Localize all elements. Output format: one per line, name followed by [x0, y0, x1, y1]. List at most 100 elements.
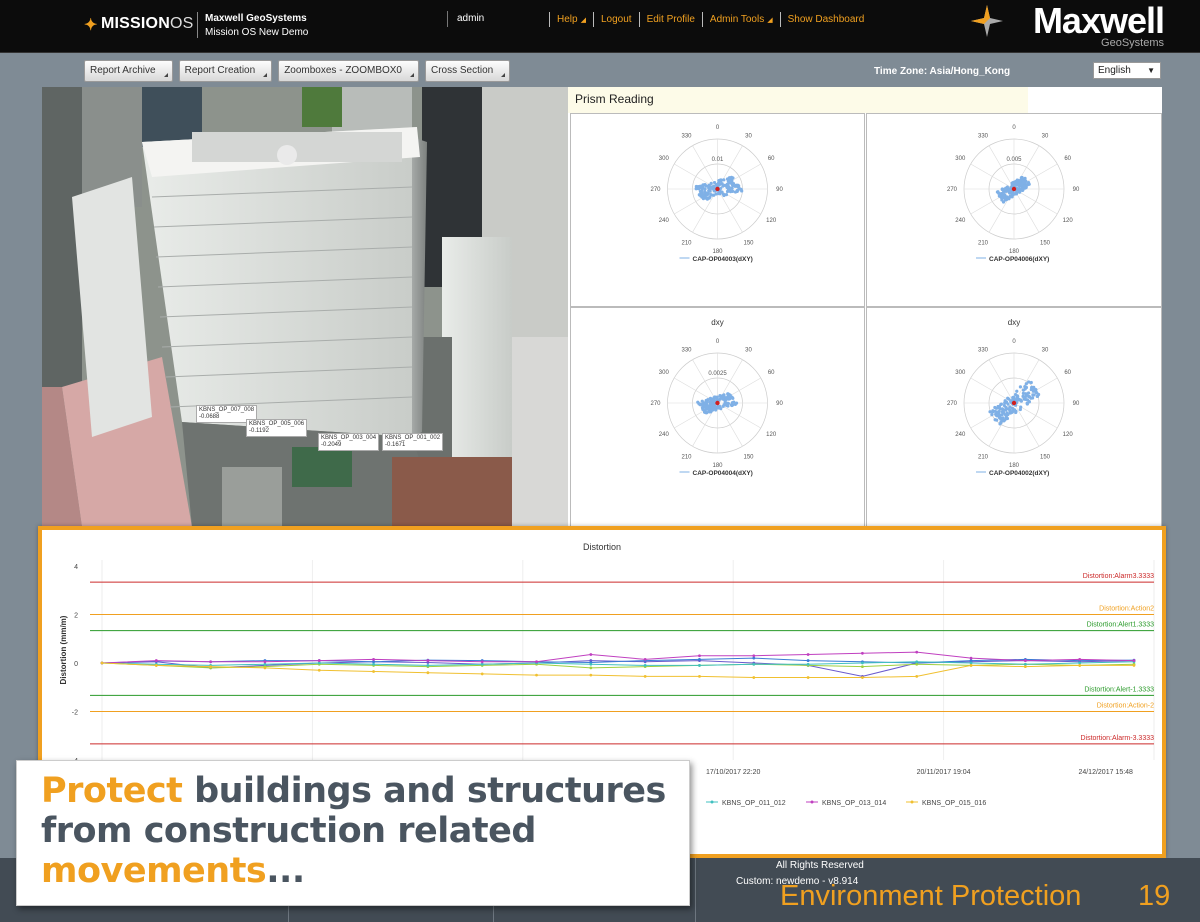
polar-point	[725, 396, 729, 400]
series-point	[1132, 664, 1136, 667]
report-creation-button[interactable]: Report Creation	[178, 60, 273, 82]
polar-point	[718, 393, 722, 398]
polar-angle-label: 0	[1012, 125, 1016, 131]
legend-marker	[810, 800, 814, 804]
series-point	[861, 661, 864, 665]
y-tick-label: 0	[74, 661, 78, 668]
nav-edit-profile[interactable]: Edit Profile	[647, 14, 695, 25]
series-point	[806, 659, 810, 662]
top-nav-menu: Help ◢ Logout Edit Profile Admin Tools ◢ S…	[542, 12, 864, 27]
series-point	[1078, 661, 1082, 665]
cross-section-button[interactable]: Cross Section	[425, 60, 511, 82]
polar-angle-label: 210	[978, 241, 989, 247]
polar-plot[interactable]: 0 30 60 90 120 150 180 210 240 270 300 330 0.01 CAP-O…	[570, 113, 865, 307]
project-name: Mission OS New Demo	[205, 27, 309, 38]
polar-point	[729, 186, 734, 190]
polar-point	[1010, 191, 1014, 195]
polar-angle-label: 270	[650, 401, 661, 407]
polar-point	[1000, 187, 1004, 192]
series-point	[698, 674, 701, 678]
callout-text: ...	[266, 851, 305, 891]
divider	[197, 12, 198, 38]
polar-angle-label: 0	[716, 339, 720, 345]
chevron-down-icon[interactable]: ◢	[767, 16, 772, 24]
callout-text: buildings and structures	[182, 771, 666, 811]
missionos-logo[interactable]: MISSIONOS	[101, 15, 194, 33]
polar-angle-label: 330	[978, 133, 989, 139]
polar-point	[709, 181, 713, 185]
nav-help[interactable]: Help	[557, 14, 578, 25]
report-archive-button[interactable]: Report Archive	[84, 60, 173, 82]
polar-point	[733, 402, 737, 407]
series-point	[209, 665, 213, 669]
polar-angle-label: 240	[659, 432, 670, 438]
polar-angle-label: 150	[743, 455, 754, 461]
series-point	[698, 664, 701, 667]
series-point	[317, 668, 321, 672]
series-point	[372, 657, 375, 661]
series-point	[915, 650, 919, 654]
polar-latest-point	[715, 186, 720, 192]
polar-point	[1019, 399, 1023, 403]
polar-point	[740, 189, 744, 193]
point-value: -0.1192	[249, 428, 269, 434]
missionos-logo-icon: ✦	[84, 17, 98, 34]
nav-logout[interactable]: Logout	[601, 14, 632, 25]
legend-label[interactable]: KBNS_OP_013_014	[822, 800, 886, 807]
copyright-text: All Rights Reserved	[776, 860, 864, 871]
series-point	[426, 671, 430, 675]
polar-plot[interactable]: dxy 0 30 60 90 120 150 180 210 240 270 300 330 CAP-OP…	[866, 307, 1162, 527]
series-point	[643, 657, 647, 661]
polar-point	[700, 399, 704, 403]
polar-plot[interactable]: 0 30 60 90 120 150 180 210 240 270 300 330 0.005 CAP-…	[866, 113, 1162, 307]
polar-angle-label: 120	[766, 218, 777, 224]
polar-point	[1030, 386, 1035, 390]
polar-point	[1030, 396, 1035, 400]
polar-point	[714, 396, 718, 401]
polar-point	[1013, 392, 1018, 397]
nav-admin-tools[interactable]: Admin Tools	[710, 14, 764, 25]
polar-plot-svg: dxy 0 30 60 90 120 150 180 210 240 270 300 330 0.0025…	[650, 318, 783, 477]
series-point	[209, 660, 213, 664]
polar-point	[727, 176, 732, 180]
legend-label[interactable]: KBNS_OP_011_012	[722, 800, 786, 807]
polar-point	[1017, 189, 1021, 193]
polar-point	[1017, 184, 1021, 188]
point-label-kbns-op-001-002[interactable]: KBNS_OP_001_002 -0.1671	[382, 433, 444, 451]
polar-point	[704, 406, 708, 411]
threshold-label: Distortion:Alarm3.3333	[1083, 573, 1154, 580]
y-tick-label: -2	[72, 710, 78, 717]
series-point	[480, 662, 484, 666]
point-label-kbns-op-003-004[interactable]: KBNS_OP_003_004 -0.2049	[318, 433, 380, 451]
polar-angle-label: 90	[776, 187, 783, 193]
polar-point	[735, 188, 739, 193]
polar-point	[1006, 402, 1010, 406]
polar-title: dxy	[711, 318, 723, 327]
series-point	[915, 674, 919, 678]
polar-plot[interactable]: dxy 0 30 60 90 120 150 180 210 240 270 300 330 0.0025…	[570, 307, 865, 527]
polar-point	[1026, 180, 1031, 185]
series-point	[535, 660, 538, 664]
polar-point	[1019, 176, 1023, 180]
legend-label[interactable]: KBNS_OP_015_016	[922, 800, 986, 807]
nav-show-dashboard[interactable]: Show Dashboard	[788, 14, 865, 25]
point-label-kbns-op-005-006[interactable]: KBNS_OP_005_006 -0.1192	[246, 419, 308, 437]
polar-point	[1031, 393, 1035, 397]
zoomboxes-button[interactable]: Zoomboxes - ZOOMBOX0	[278, 60, 419, 82]
threshold-label: Distortion:Alert1.3333	[1087, 622, 1154, 629]
series-point	[861, 665, 864, 669]
polar-angle-label: 300	[659, 370, 670, 376]
prism-reading-title: Prism Reading	[568, 87, 1028, 113]
aerial-building-photo[interactable]: KBNS_OP_007_008 -0.0688 KBNS_OP_005_006 -0…	[42, 87, 568, 527]
polar-angle-label: 300	[955, 156, 966, 162]
polar-point	[728, 189, 732, 193]
polar-point	[1004, 406, 1008, 410]
polar-angle-label: 300	[659, 156, 670, 162]
chevron-down-icon[interactable]: ◢	[581, 16, 586, 24]
polar-point	[1019, 405, 1023, 409]
series-point	[1132, 659, 1136, 662]
series-point	[589, 662, 593, 666]
polar-point	[703, 187, 707, 191]
polar-point	[1023, 397, 1028, 401]
language-select[interactable]: English ▼	[1093, 62, 1161, 79]
